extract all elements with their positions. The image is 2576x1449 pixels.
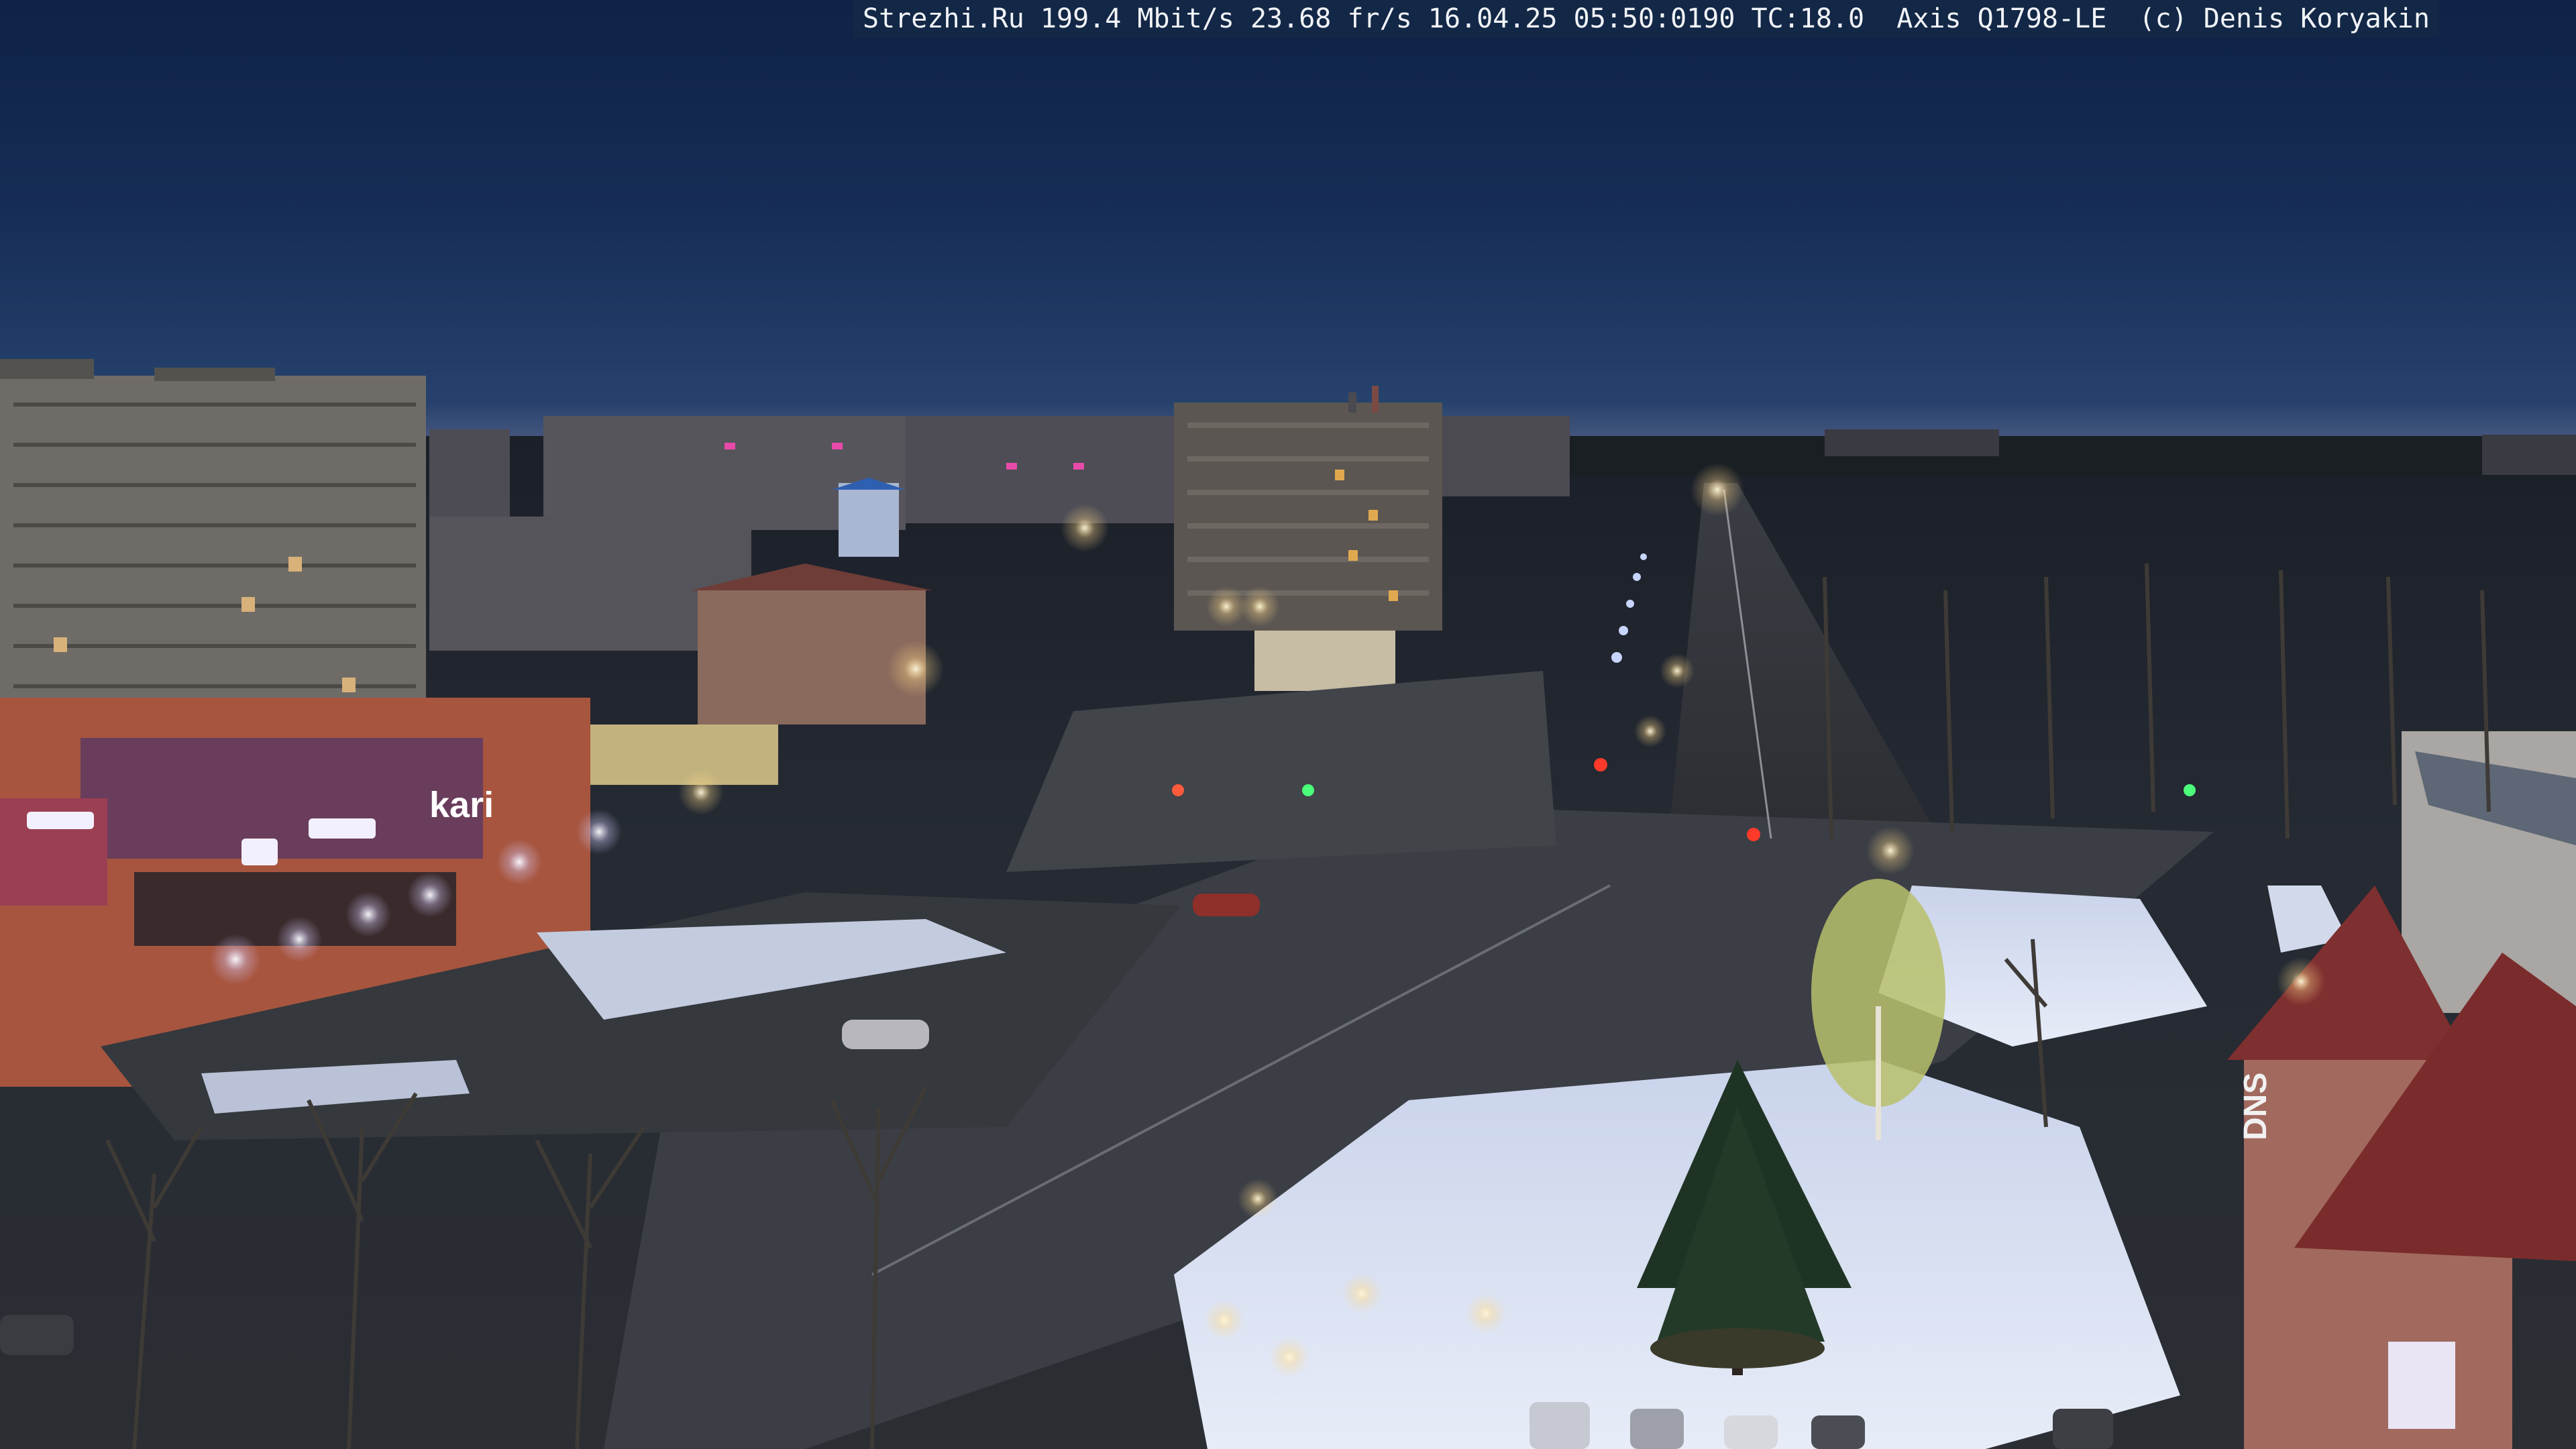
city-scene: kari DNS bbox=[0, 359, 2576, 1449]
camera-osd-overlay: Strezhi.Ru 199.4 Mbit/s 23.68 fr/s 16.04… bbox=[853, 0, 2439, 38]
right-building-sign: DNS bbox=[2238, 1073, 2273, 1140]
store-sign: kari bbox=[429, 785, 494, 825]
avenue-decorative-lights bbox=[1611, 553, 1647, 663]
right-building: DNS bbox=[2227, 731, 2576, 1449]
webcam-frame: kari DNS Strezhi.Ru 199.4 Mbit/s 23.68 f… bbox=[0, 0, 2576, 1449]
